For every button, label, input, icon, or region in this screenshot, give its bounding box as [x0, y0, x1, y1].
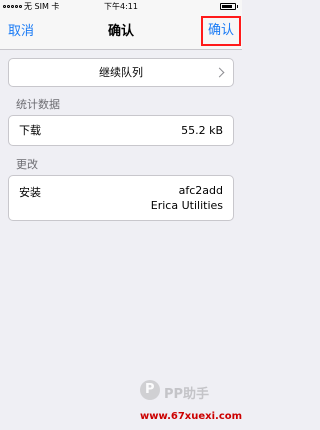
download-row: 下载 55.2 kB	[8, 115, 234, 146]
package-name: afc2add	[178, 184, 223, 197]
pp-logo: P	[140, 380, 160, 400]
logo-letter: P	[145, 382, 155, 397]
package-author: Erica Utilities	[150, 199, 223, 212]
download-label: 下载	[19, 124, 41, 137]
battery-icon	[220, 3, 238, 10]
navigation-bar: 取消 确认 确认	[0, 13, 242, 50]
download-size: 55.2 kB	[181, 124, 223, 137]
stats-section-header: 统计数据	[16, 98, 60, 111]
install-label: 安装	[19, 186, 41, 199]
status-bar: 无 SIM 卡 下午4:11	[0, 0, 242, 13]
continue-queue-button[interactable]: 继续队列	[8, 58, 234, 87]
watermark-url: www.67xuexi.com	[140, 411, 243, 422]
status-time: 下午4:11	[104, 2, 138, 11]
continue-queue-label: 继续队列	[99, 66, 143, 79]
confirm-button[interactable]: 确认	[201, 16, 241, 46]
watermark-brand: PP助手	[164, 387, 210, 402]
changes-section-header: 更改	[16, 158, 38, 171]
install-row: 安装 afc2add Erica Utilities	[8, 175, 234, 221]
